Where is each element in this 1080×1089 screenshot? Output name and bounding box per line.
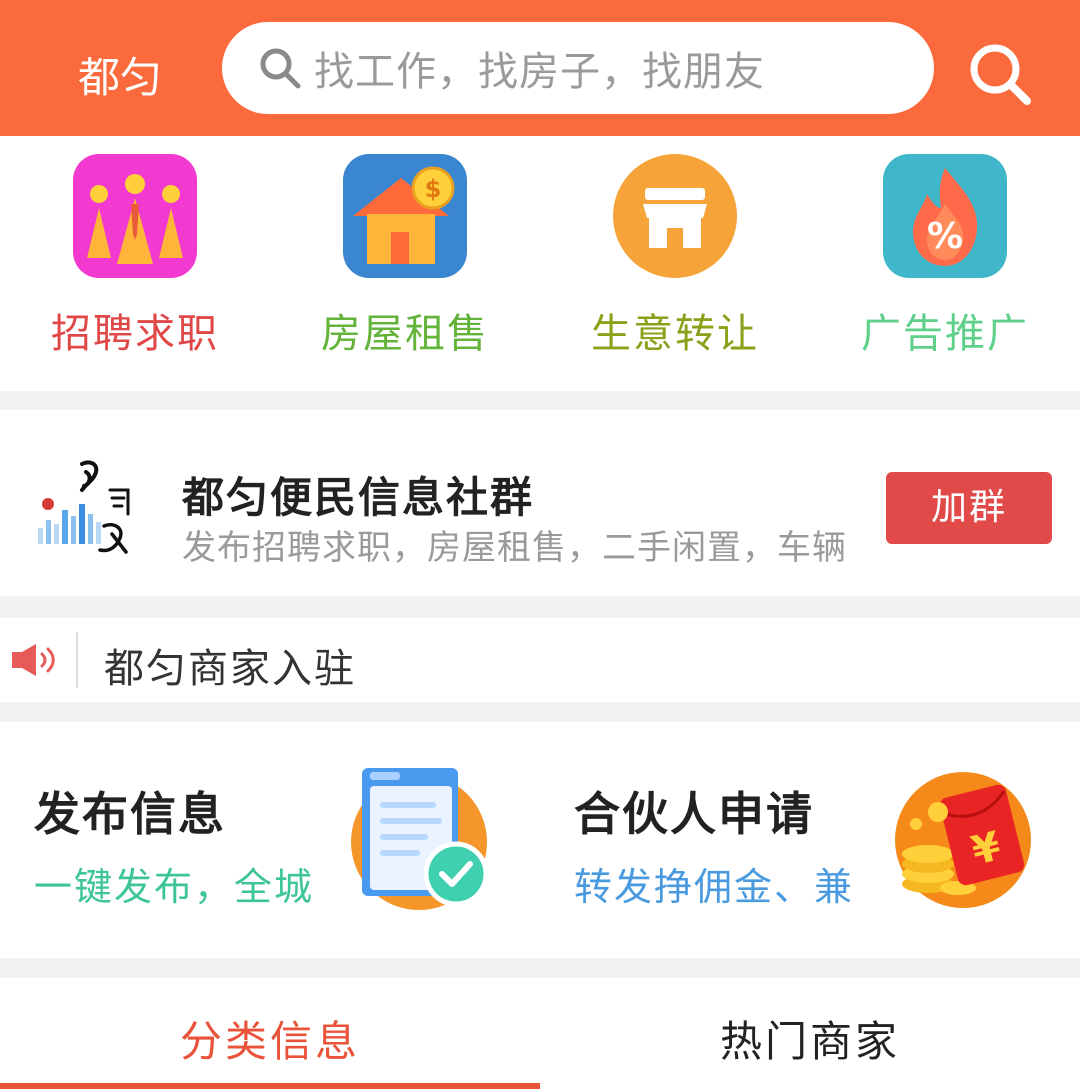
- community-card[interactable]: 都匀便民信息社群 发布招聘求职，房屋租售，二手闲置，车辆 加群: [0, 410, 1080, 596]
- community-subtitle: 发布招聘求职，房屋租售，二手闲置，车辆: [182, 528, 847, 568]
- recruit-icon: [73, 154, 197, 278]
- top-header: 都匀 找工作，找房子，找朋友: [0, 0, 1080, 136]
- partner-title: 合伙人申请: [574, 787, 814, 841]
- shop-icon: [613, 154, 737, 278]
- document-check-icon: [351, 768, 489, 910]
- red-envelope-coins-icon: ¥: [895, 772, 1031, 908]
- community-logo-icon: [30, 450, 148, 568]
- house-icon: $: [343, 154, 467, 278]
- category-grid: 招聘求职 $ 房屋租售 生意转让 % 广告推广: [0, 136, 1080, 391]
- category-transfer[interactable]: 生意转让: [565, 154, 785, 358]
- join-group-button[interactable]: 加群: [886, 472, 1052, 544]
- category-housing[interactable]: $ 房屋租售: [295, 154, 515, 358]
- notice-text: 都匀商家入驻: [104, 646, 356, 692]
- category-label: 广告推广: [861, 311, 1029, 357]
- promo-section: 发布信息 一键发布，全城 合伙人申请 转发挣佣金、兼 ¥: [0, 722, 1080, 958]
- speaker-icon: [12, 644, 55, 676]
- notice-bar[interactable]: 都匀商家入驻: [0, 618, 1080, 702]
- publish-subtitle: 一键发布，全城: [34, 865, 315, 909]
- fire-percent-icon: %: [883, 154, 1007, 278]
- search-input[interactable]: 找工作，找房子，找朋友: [222, 22, 934, 114]
- city-selector[interactable]: 都匀: [78, 50, 162, 106]
- search-button-icon[interactable]: [966, 40, 1034, 108]
- category-label: 招聘求职: [51, 311, 219, 357]
- category-recruit[interactable]: 招聘求职: [25, 154, 245, 358]
- search-icon: [260, 48, 301, 89]
- app-root: 都匀 找工作，找房子，找朋友 招聘求职 $ 房屋租售 生意转让 % 广告推广 都…: [0, 0, 1080, 1089]
- publish-title: 发布信息: [34, 787, 226, 841]
- category-advertising[interactable]: % 广告推广: [835, 154, 1055, 358]
- search-placeholder: 找工作，找房子，找朋友: [314, 49, 765, 95]
- svg-text:%: %: [927, 216, 963, 257]
- tab-bar: 分类信息 热门商家: [0, 978, 1080, 1089]
- partner-subtitle: 转发挣佣金、兼: [574, 865, 855, 909]
- svg-text:$: $: [425, 175, 442, 203]
- community-title: 都匀便民信息社群: [182, 473, 535, 522]
- tab-hot-merchants[interactable]: 热门商家: [540, 1008, 1080, 1069]
- category-label: 生意转让: [591, 311, 759, 357]
- tab-category-info[interactable]: 分类信息: [0, 1008, 540, 1069]
- category-label: 房屋租售: [321, 311, 489, 357]
- active-tab-indicator: [0, 1083, 540, 1089]
- notice-divider: [76, 632, 78, 688]
